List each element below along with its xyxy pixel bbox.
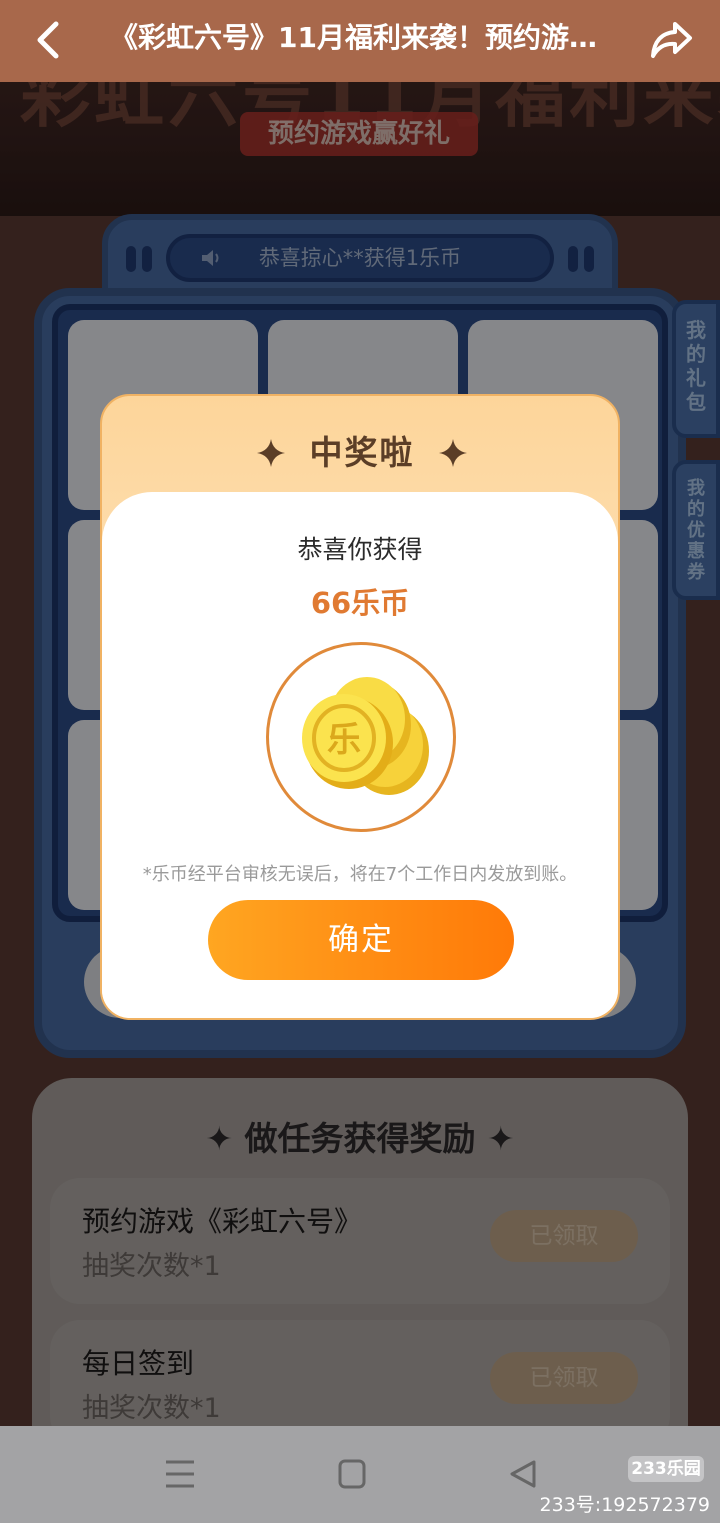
congrats-message: 恭喜你获得 xyxy=(297,535,423,564)
page-title: 《彩虹六号》11月福利来袭！预约游戏赢好礼 xyxy=(110,21,620,54)
back-icon[interactable] xyxy=(30,20,70,60)
coin-stack-icon: 乐 xyxy=(266,642,456,832)
prize-amount: 66乐币 xyxy=(310,586,410,620)
share-icon[interactable] xyxy=(648,16,694,62)
top-app-bar: 《彩虹六号》11月福利来袭！预约游戏赢好礼 xyxy=(0,0,720,82)
triangle-back-icon[interactable] xyxy=(504,1456,544,1492)
payout-note: *乐币经平台审核无误后，将在7个工作日内发放到账。 xyxy=(142,864,578,885)
prize-modal: 中奖啦 恭喜你获得 66乐币 乐 *乐币经平台审核无误后，将在7个工作日内发放到… xyxy=(100,394,620,1020)
coin-glyph: 乐 xyxy=(327,720,361,760)
modal-title: 中奖啦 xyxy=(309,433,415,472)
modal-header: 中奖啦 xyxy=(102,428,622,478)
watermark-id: 233号:192572379 xyxy=(539,1494,710,1516)
confirm-button[interactable]: 确定 xyxy=(208,900,514,980)
sparkle-star-icon xyxy=(257,439,285,467)
home-square-icon[interactable] xyxy=(332,1456,372,1492)
modal-body: 恭喜你获得 66乐币 乐 *乐币经平台审核无误后，将在7个工作日内发放到账。 确… xyxy=(102,492,618,1018)
sparkle-star-icon xyxy=(439,439,467,467)
watermark-logo: 233乐园 xyxy=(628,1456,704,1482)
menu-icon[interactable] xyxy=(160,1456,200,1492)
